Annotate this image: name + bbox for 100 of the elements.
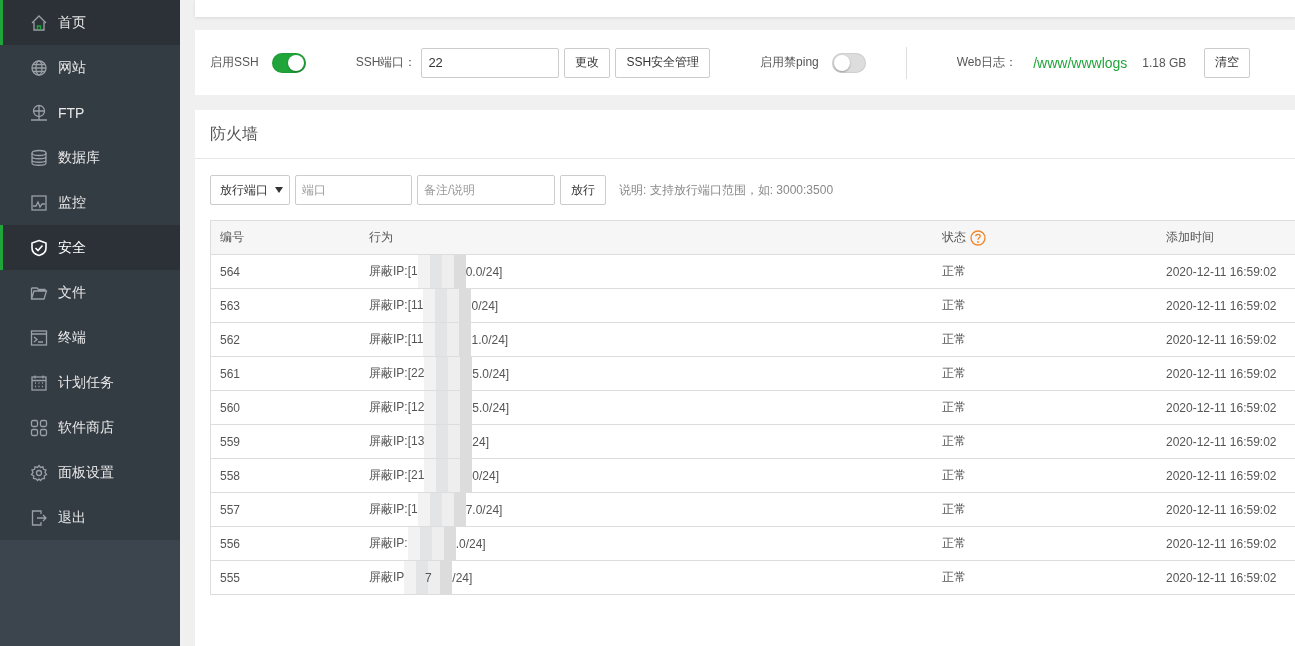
table-cell: 1.0/24] xyxy=(471,332,509,347)
table-cell: 0/24] xyxy=(471,298,499,313)
sidebar-label: 网站 xyxy=(58,58,86,77)
allow-button[interactable]: 放行 xyxy=(560,175,606,205)
table-cell: 屏蔽IP xyxy=(369,569,405,586)
table-cell: 屏蔽IP:[22 xyxy=(369,365,425,382)
sidebar-item[interactable]: 计划任务 xyxy=(0,360,180,405)
table-cell: 558 xyxy=(210,458,360,493)
port-input[interactable]: 端口 xyxy=(295,175,412,205)
table-cell: 7 xyxy=(425,570,432,585)
table-cell: 正常 xyxy=(933,492,1157,527)
redaction-mosaic xyxy=(407,527,456,560)
table-cell: 2020-12-11 16:59:02 xyxy=(1157,424,1295,459)
sidebar-label: FTP xyxy=(58,104,85,121)
table-cell: 560 xyxy=(210,390,360,425)
table-cell: 0.0/24] xyxy=(465,264,503,279)
sidebar-item[interactable]: 退出 xyxy=(0,495,180,540)
sidebar-item[interactable]: 网站 xyxy=(0,45,180,90)
table-cell: 屏蔽IP: xyxy=(369,535,408,552)
table-cell: 2020-12-11 16:59:02 xyxy=(1157,458,1295,493)
table-cell: 24] xyxy=(472,434,490,449)
table-cell: 559 xyxy=(210,424,360,459)
table-cell: 屏蔽IP:[13 xyxy=(369,433,425,450)
rule-type-dropdown[interactable]: 放行端口 xyxy=(210,175,290,205)
column-header: 行为 xyxy=(360,220,933,255)
table-cell: 正常 xyxy=(933,390,1157,425)
table-cell: 561 xyxy=(210,356,360,391)
table-cell: 正常 xyxy=(933,424,1157,459)
column-header: 添加时间 xyxy=(1157,220,1295,255)
exit-icon xyxy=(30,508,48,527)
help-icon[interactable] xyxy=(970,229,986,246)
table-cell: 2020-12-11 16:59:02 xyxy=(1157,254,1295,289)
sidebar-label: 首页 xyxy=(58,13,86,32)
table-cell: 2020-12-11 16:59:02 xyxy=(1157,390,1295,425)
ssh-manage-button[interactable]: SSH安全管理 xyxy=(615,47,711,78)
table-cell: 0/24] xyxy=(472,468,500,483)
label: 启用SSH xyxy=(210,54,259,71)
table-cell: 562 xyxy=(210,322,360,357)
panel-title: 防火墙 xyxy=(195,110,1295,159)
label: 启用禁ping xyxy=(760,54,819,71)
sidebar-item[interactable]: 监控 xyxy=(0,180,180,225)
sidebar-item[interactable]: 面板设置 xyxy=(0,450,180,495)
table-cell: 2020-12-11 16:59:02 xyxy=(1157,288,1295,323)
sidebar-item[interactable]: FTP xyxy=(0,90,180,135)
table-cell: 屏蔽IP:[1 xyxy=(369,263,418,280)
change-button[interactable]: 更改 xyxy=(564,47,611,78)
redaction-mosaic xyxy=(423,323,472,356)
clear-button[interactable]: 清空 xyxy=(1204,47,1251,78)
sidebar-item[interactable]: 安全 xyxy=(0,225,180,270)
sidebar-item[interactable]: 文件 xyxy=(0,270,180,315)
sidebar-label: 退出 xyxy=(58,508,86,527)
table-cell: 正常 xyxy=(933,458,1157,493)
label: Web日志： xyxy=(956,54,1018,71)
sidebar-item[interactable]: 首页 xyxy=(0,0,180,45)
sidebar-label: 面板设置 xyxy=(58,463,114,482)
table-cell: 正常 xyxy=(933,526,1157,561)
sidebar-item[interactable]: 终端 xyxy=(0,315,180,360)
globe-icon xyxy=(30,58,48,77)
column-header: 编号 xyxy=(210,220,360,255)
hint-text: 说明: 支持放行端口范围，如: 3000:3500 xyxy=(619,181,834,199)
sidebar-label: 终端 xyxy=(58,328,86,347)
table-cell: 563 xyxy=(210,288,360,323)
sidebar-label: 软件商店 xyxy=(58,418,114,437)
redaction-mosaic xyxy=(424,425,473,458)
database-icon xyxy=(30,148,48,167)
table-cell: .0/24] xyxy=(455,536,486,551)
sidebar-label: 计划任务 xyxy=(58,373,114,392)
settings-icon xyxy=(30,463,48,482)
toggle-switch[interactable] xyxy=(271,52,306,73)
table-cell: 7.0/24] xyxy=(465,502,503,517)
table-cell: 555 xyxy=(210,560,360,595)
chart-frame-icon xyxy=(30,193,48,212)
port-input[interactable]: 22 xyxy=(421,47,560,78)
shield-icon xyxy=(30,238,48,257)
table-cell: 屏蔽IP:[21 xyxy=(369,467,425,484)
sidebar-item[interactable]: 软件商店 xyxy=(0,405,180,450)
redaction-mosaic xyxy=(417,493,466,526)
table-cell: /24] xyxy=(452,570,473,585)
sidebar-label: 监控 xyxy=(58,193,86,212)
table-cell: 屏蔽IP:[11 xyxy=(369,297,424,314)
table-cell: 2020-12-11 16:59:02 xyxy=(1157,356,1295,391)
table-cell: 正常 xyxy=(933,356,1157,391)
toggle-switch[interactable] xyxy=(831,52,866,73)
caret-icon xyxy=(275,187,283,193)
table-cell: 2020-12-11 16:59:02 xyxy=(1157,492,1295,527)
redaction-mosaic xyxy=(424,357,473,390)
sidebar-item[interactable]: 数据库 xyxy=(0,135,180,180)
redaction-mosaic xyxy=(417,255,466,288)
table-cell: 屏蔽IP:[11 xyxy=(369,331,424,348)
table-cell: 屏蔽IP:[12 xyxy=(369,399,425,416)
table-cell: 正常 xyxy=(933,322,1157,357)
network-globe-icon xyxy=(30,103,48,122)
sidebar-label: 安全 xyxy=(58,238,86,257)
home-icon xyxy=(30,13,48,32)
column-header: 状态 xyxy=(933,220,1157,255)
table-cell: 5.0/24] xyxy=(472,400,510,415)
sidebar-label: 数据库 xyxy=(58,148,100,167)
note-input[interactable]: 备注/说明 xyxy=(417,175,555,205)
table-cell: 5.0/24] xyxy=(472,366,510,381)
table-cell: 557 xyxy=(210,492,360,527)
